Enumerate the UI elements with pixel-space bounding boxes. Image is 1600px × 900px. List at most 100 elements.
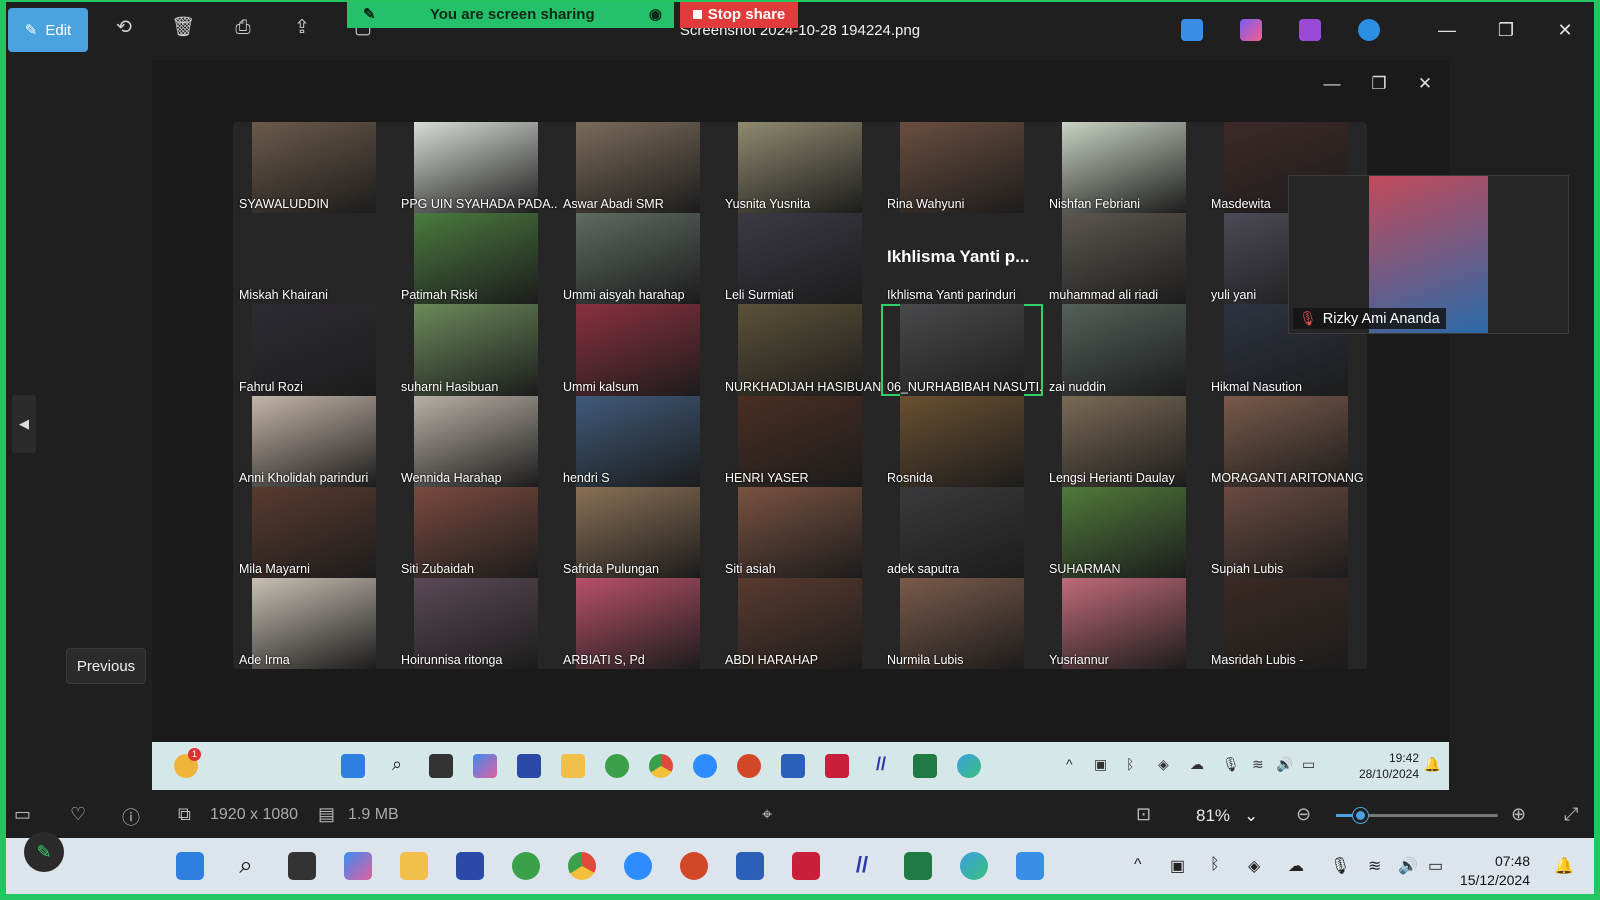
zoom-dropdown[interactable]: 81% ⌄ bbox=[1196, 802, 1276, 830]
participant-tile[interactable]: Siti asiah bbox=[719, 486, 881, 578]
taskbar-chrome-icon[interactable] bbox=[568, 852, 596, 880]
participant-tile[interactable]: ARBIATI S, Pd bbox=[557, 577, 719, 670]
participant-name: Supiah Lubis bbox=[1211, 561, 1284, 576]
taskbar-bluetooth-icon[interactable]: ᛒ bbox=[1210, 856, 1220, 874]
participant-tile[interactable]: MORAGANTI ARITONANG bbox=[1205, 395, 1367, 487]
taskbar-wifi-icon[interactable]: ≋ bbox=[1368, 856, 1381, 876]
participant-tile[interactable]: PPG UIN SYAHADA PADA... bbox=[395, 122, 557, 214]
chrome-icon bbox=[649, 754, 673, 778]
participant-tile[interactable]: Safrida Pulungan bbox=[557, 486, 719, 578]
participant-tile[interactable]: Hoirunnisa ritonga bbox=[395, 577, 557, 670]
stop-share-button[interactable]: Stop share bbox=[680, 0, 798, 28]
participant-tile[interactable]: Anni Kholidah parinduri bbox=[233, 395, 395, 487]
taskbar-cloud-icon[interactable]: ☁ bbox=[1288, 856, 1304, 876]
participant-tile[interactable]: Yusnita Yusnita bbox=[719, 122, 881, 214]
info-icon[interactable]: ⓘ bbox=[122, 804, 140, 830]
participant-name: suharni Hasibuan bbox=[401, 379, 499, 394]
participant-tile[interactable]: Mila Mayarni bbox=[233, 486, 395, 578]
participant-tile[interactable]: Yusriannur bbox=[1043, 577, 1205, 670]
zoom-slider-knob[interactable] bbox=[1353, 808, 1369, 823]
taskbar-word-icon[interactable] bbox=[736, 852, 764, 880]
taskbar-volume-icon[interactable]: 🔊 bbox=[1398, 856, 1418, 876]
taskbar-mic-icon[interactable]: 🎙 bbox=[1330, 856, 1350, 876]
participant-tile[interactable]: Fahrul Rozi bbox=[233, 304, 395, 396]
taskbar-defender-icon[interactable]: ◈ bbox=[1248, 856, 1260, 876]
taskbar-excel-icon[interactable] bbox=[904, 852, 932, 880]
participant-name: PPG UIN SYAHADA PADA... bbox=[401, 197, 557, 212]
start-button[interactable] bbox=[176, 852, 204, 880]
photo-app-icon[interactable] bbox=[1181, 19, 1203, 41]
taskbar-store-icon[interactable] bbox=[456, 852, 484, 880]
clipchamp-icon[interactable] bbox=[1299, 19, 1321, 41]
participant-tile[interactable]: Nishfan Febriani bbox=[1043, 122, 1205, 214]
start-icon bbox=[341, 754, 365, 778]
participant-tile[interactable]: Rosnida bbox=[881, 395, 1043, 487]
pen-icon[interactable]: ✎ bbox=[24, 832, 64, 872]
restore-icon[interactable]: ❐ bbox=[1494, 18, 1518, 42]
actual-size-icon[interactable]: ⊡ bbox=[1136, 804, 1151, 825]
participant-tile[interactable]: Lengsi Herianti Daulay bbox=[1043, 395, 1205, 487]
onedrive-icon[interactable] bbox=[1358, 19, 1380, 41]
taskbar-task-view-icon[interactable] bbox=[288, 852, 316, 880]
taskbar-zoom-icon[interactable] bbox=[624, 852, 652, 880]
close-icon[interactable]: ✕ bbox=[1553, 18, 1577, 42]
participant-tile[interactable]: SUHARMAN bbox=[1043, 486, 1205, 578]
taskbar-edge-icon[interactable] bbox=[960, 852, 988, 880]
participant-tile[interactable]: ABDI HARAHAP bbox=[719, 577, 881, 670]
notification-badge: 1 bbox=[188, 748, 201, 761]
taskbar-chrome-profile-icon[interactable] bbox=[512, 852, 540, 880]
participant-tile[interactable]: Ikhlisma Yanti p... Ikhlisma Yanti parind… bbox=[881, 213, 1043, 304]
participant-name: yuli yani bbox=[1211, 288, 1257, 303]
notification-bell-icon[interactable]: 🔔 bbox=[1554, 856, 1574, 876]
participant-gallery: SYAWALUDDIN PPG UIN SYAHADA PADA... Aswar … bbox=[233, 122, 1367, 670]
filmstrip-icon[interactable]: ▭ bbox=[14, 804, 31, 825]
zoom-out-icon[interactable]: ⊖ bbox=[1296, 804, 1311, 825]
participant-name: MORAGANTI ARITONANG bbox=[1211, 470, 1364, 485]
participant-name: zai nuddin bbox=[1049, 379, 1106, 394]
participant-tile[interactable]: SYAWALUDDIN bbox=[233, 122, 395, 214]
taskbar-tray-app-icon[interactable]: ▣ bbox=[1170, 856, 1185, 876]
participant-tile[interactable]: Ummi kalsum bbox=[557, 304, 719, 396]
participant-tile[interactable]: Aswar Abadi SMR bbox=[557, 122, 719, 214]
minimize-icon[interactable]: — bbox=[1435, 18, 1459, 42]
taskbar-photos-icon[interactable] bbox=[1016, 852, 1044, 880]
taskbar-powerpoint-icon[interactable] bbox=[680, 852, 708, 880]
fullscreen-icon[interactable]: ⤢ bbox=[1564, 804, 1578, 825]
participant-tile[interactable]: suharni Hasibuan bbox=[395, 304, 557, 396]
taskbar-chevron-icon[interactable]: ^ bbox=[1134, 856, 1142, 874]
taskbar-battery-icon[interactable]: ▭ bbox=[1428, 856, 1443, 876]
participant-name-tag: 🎙 Rizky Ami Ananda bbox=[1293, 308, 1446, 329]
participant-tile[interactable]: 06_NURHABIBAH NASUTI... bbox=[881, 304, 1043, 396]
participant-tile[interactable]: Wennida Harahap bbox=[395, 395, 557, 487]
favorite-icon[interactable]: ♡ bbox=[70, 804, 86, 825]
taskbar-app-red-icon[interactable] bbox=[792, 852, 820, 880]
participant-tile[interactable]: Ummi aisyah harahap bbox=[557, 213, 719, 305]
participant-tile[interactable]: Leli Surmiati bbox=[719, 213, 881, 305]
participant-tile[interactable]: Patimah Riski bbox=[395, 213, 557, 305]
participant-tile[interactable]: Ade Irma bbox=[233, 577, 395, 670]
participant-tile[interactable]: HENRI YASER bbox=[719, 395, 881, 487]
visual-search-icon[interactable]: ⌖ bbox=[762, 804, 772, 825]
designer-icon[interactable] bbox=[1240, 19, 1262, 41]
taskbar-copilot-icon[interactable] bbox=[344, 852, 372, 880]
participant-tile[interactable]: Masridah Lubis - bbox=[1205, 577, 1367, 670]
participant-tile[interactable]: Rina Wahyuni bbox=[881, 122, 1043, 214]
zoom-in-icon[interactable]: ⊕ bbox=[1511, 804, 1526, 825]
participant-tile[interactable]: Siti Zubaidah bbox=[395, 486, 557, 578]
taskbar-clock[interactable]: 07:48 15/12/2024 bbox=[1460, 852, 1530, 890]
taskbar-hashtag-app-icon[interactable]: // bbox=[848, 852, 876, 880]
participant-tile[interactable]: NURKHADIJAH HASIBUAN bbox=[719, 304, 881, 396]
inner-restore-icon: ❐ bbox=[1371, 74, 1387, 93]
share-mic-icon[interactable]: ✎ bbox=[363, 5, 376, 23]
taskbar-search-icon[interactable]: ⌕ bbox=[232, 852, 260, 880]
zoom-slider[interactable] bbox=[1336, 808, 1498, 823]
taskbar-explorer-icon[interactable] bbox=[400, 852, 428, 880]
participant-tile[interactable]: zai nuddin bbox=[1043, 304, 1205, 396]
participant-tile[interactable]: muhammad ali riadi bbox=[1043, 213, 1205, 305]
participant-tile[interactable]: hendri S bbox=[557, 395, 719, 487]
participant-tile[interactable]: Supiah Lubis bbox=[1205, 486, 1367, 578]
participant-tile[interactable]: Miskah Khairani bbox=[233, 213, 395, 304]
previous-arrow-button[interactable]: ◀ bbox=[12, 395, 36, 453]
participant-tile[interactable]: Nurmila Lubis bbox=[881, 577, 1043, 670]
participant-tile[interactable]: adek saputra bbox=[881, 486, 1043, 578]
